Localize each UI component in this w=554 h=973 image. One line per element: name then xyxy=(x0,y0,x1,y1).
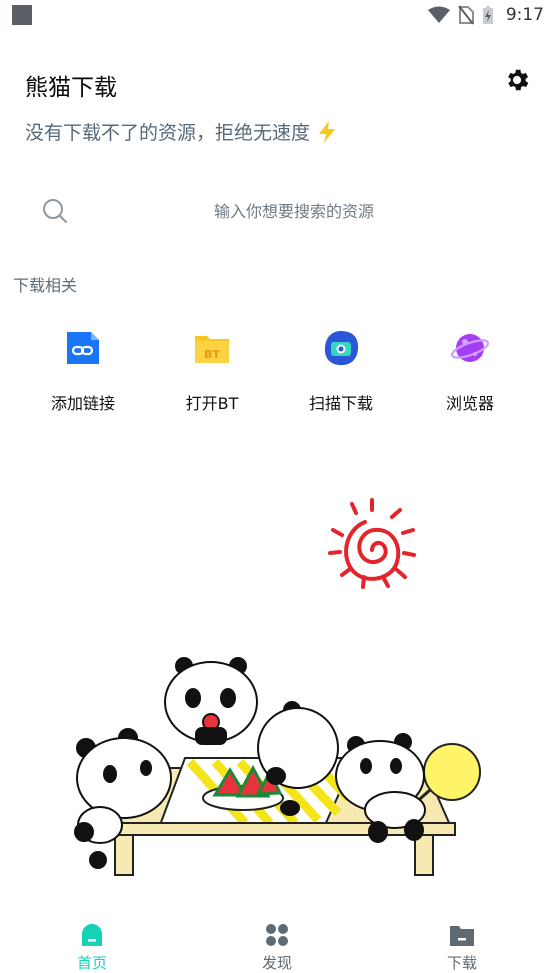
add-link-button[interactable]: 添加链接 xyxy=(23,328,143,418)
tab-discover-label: 发现 xyxy=(261,954,292,972)
section-title: 下载相关 xyxy=(13,276,78,295)
search-icon xyxy=(43,199,67,223)
status-icons: 9:17 xyxy=(427,5,544,25)
panda xyxy=(164,657,258,745)
download-folder-icon xyxy=(450,926,474,946)
scan-download-label: 扫描下载 xyxy=(308,394,373,413)
planet-icon xyxy=(450,334,490,362)
home-icon xyxy=(82,924,102,946)
sun-icon xyxy=(328,498,416,589)
discover-icon xyxy=(266,924,288,946)
status-bar: 9:17 xyxy=(0,0,554,30)
add-link-label: 添加链接 xyxy=(50,394,115,413)
clock: 9:17 xyxy=(505,5,544,25)
battery-icon xyxy=(482,6,493,24)
lightning-icon xyxy=(319,120,336,143)
link-icon xyxy=(67,332,99,364)
tab-download[interactable]: 下载 xyxy=(422,922,502,973)
bt-folder-icon: BT xyxy=(195,336,229,363)
search-bar[interactable] xyxy=(22,182,532,238)
no-sim-icon xyxy=(458,5,474,25)
bottom-tab-bar: 首页 发现 下载 xyxy=(0,912,554,972)
tab-home-label: 首页 xyxy=(76,954,107,972)
open-bt-button[interactable]: BT 打开BT xyxy=(152,328,272,418)
svg-text:BT: BT xyxy=(204,348,220,361)
tab-download-label: 下载 xyxy=(446,954,477,972)
wifi-icon xyxy=(427,6,450,23)
scan-download-button[interactable]: 扫描下载 xyxy=(281,328,401,418)
tab-home[interactable]: 首页 xyxy=(52,922,132,973)
panda-picnic-illustration xyxy=(74,498,481,876)
scan-camera-icon xyxy=(324,331,359,366)
tab-discover[interactable]: 发现 xyxy=(237,922,317,973)
open-bt-label: 打开BT xyxy=(185,394,239,413)
notification-icon xyxy=(12,5,32,25)
slogan: 没有下载不了的资源，拒绝无速度 xyxy=(25,118,336,145)
browser-button[interactable]: 浏览器 xyxy=(410,328,530,418)
slogan-text: 没有下载不了的资源，拒绝无速度 xyxy=(25,122,311,144)
app-title: 熊猫下载 xyxy=(25,75,117,101)
settings-gear-icon[interactable] xyxy=(503,66,531,94)
search-input[interactable] xyxy=(92,196,496,226)
browser-label: 浏览器 xyxy=(445,394,494,413)
